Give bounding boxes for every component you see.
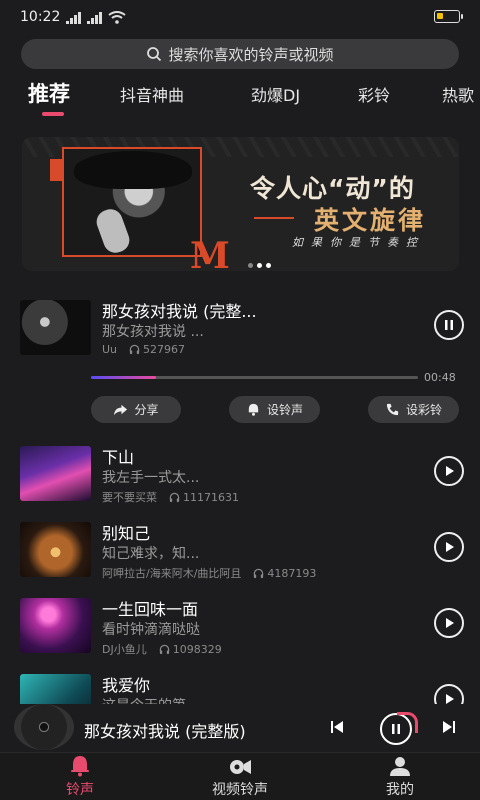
play-button[interactable] [434,456,464,486]
play-icon [446,542,454,552]
signal-icon [66,12,82,24]
video-icon [230,760,251,774]
headphones-icon [159,644,169,654]
song-title: 我爱你 [102,676,151,695]
song-plays: 11171631 [183,490,239,504]
mini-player-title: 那女孩对我说 (完整版) [84,722,246,741]
pause-icon [445,320,453,330]
song-thumbnail [20,446,91,501]
play-button[interactable] [434,532,464,562]
banner-logo-letter: M [190,235,230,271]
set-crbt-button[interactable]: 设彩铃 [368,396,459,423]
status-icons [66,11,126,24]
album-disc [14,704,74,750]
signal-icon-2 [87,12,103,24]
song-lyric: 我左手一式太... [102,470,200,486]
nav-ringtone[interactable]: 铃声 [20,753,140,800]
song-thumbnail [20,598,91,653]
song-lyric: 知己难求，知... [102,546,200,562]
next-icon[interactable] [442,720,456,734]
battery-icon [434,10,463,23]
pause-button[interactable] [434,310,464,340]
mini-pause-button[interactable] [380,712,418,745]
set-ringtone-button[interactable]: 设铃声 [229,396,320,423]
play-icon [446,466,454,476]
progress-fill [91,376,157,379]
headphones-icon [129,344,140,355]
banner-title-2: 英文旋律 [314,206,427,235]
search-icon [147,47,162,62]
song-artist: 要不要买菜 [102,491,157,504]
category-tabs: 推荐 抖音神曲 劲爆DJ 彩铃 热歌 [0,78,480,118]
play-button[interactable] [434,608,464,638]
play-icon [446,618,454,628]
song-thumbnail [20,674,91,704]
song-title: 下山 [102,448,135,467]
tab-indicator [42,112,64,116]
song-lyric: 这是今天的第... [102,695,199,704]
headphones-icon [169,492,180,502]
search-placeholder: 搜索你喜欢的铃声或视频 [168,45,334,64]
bell-icon [71,756,89,777]
status-bar: 10:22 [0,0,480,36]
search-bar[interactable]: 搜索你喜欢的铃声或视频 [21,39,459,69]
song-actions: 分享 设铃声 设彩铃 [0,396,480,424]
user-icon [390,757,410,776]
tab-crbt[interactable]: 彩铃 [358,82,390,106]
tab-recommend[interactable]: 推荐 [28,78,70,108]
list-item[interactable]: 我爱你 这是今天的第... [0,674,480,704]
share-button[interactable]: 分享 [91,396,181,423]
tab-douyin[interactable]: 抖音神曲 [120,82,184,106]
song-lyric: 那女孩对我说 ... [102,324,204,340]
bell-icon [248,403,259,416]
current-song-row[interactable]: 那女孩对我说 (完整... 那女孩对我说 ... Uu 527967 [0,300,480,360]
promo-banner[interactable]: M 令人心“动”的 英文旋律 如果你是节奏控 [22,137,459,271]
wifi-icon [108,11,126,24]
song-artist: Uu [102,343,118,356]
song-thumbnail [20,522,91,577]
headphones-icon [254,568,264,578]
play-button[interactable] [434,684,464,704]
banner-title: 令人心“动”的 [250,174,415,203]
list-item[interactable]: 一生回味一面 看时钟滴滴哒哒 DJ小鱼儿 1098329 [0,598,480,658]
nav-mine[interactable]: 我的 [340,753,460,800]
phone-icon [386,403,399,416]
song-plays: 1098329 [172,642,222,656]
previous-icon[interactable] [330,720,344,734]
song-lyric: 看时钟滴滴哒哒 [102,622,200,638]
tab-hot[interactable]: 热歌 [442,82,474,106]
banner-pager [248,263,271,268]
pause-icon [392,724,400,734]
song-title: 一生回味一面 [102,600,199,619]
list-item[interactable]: 别知己 知己难求，知... 阿呷拉古/海来阿木/曲比阿且 4187193 [0,522,480,582]
banner-subtitle: 如果你是节奏控 [292,236,425,249]
list-item[interactable]: 下山 我左手一式太... 要不要买菜 11171631 [0,446,480,506]
song-artist: 阿呷拉古/海来阿木/曲比阿且 [102,567,242,580]
play-icon [446,694,454,704]
share-icon [114,404,128,416]
nav-video-ringtone[interactable]: 视频铃声 [180,753,300,800]
song-progress-bar[interactable] [91,376,418,379]
tab-dj[interactable]: 劲爆DJ [251,82,300,106]
bottom-nav: 铃声 视频铃声 我的 [0,752,480,800]
song-title: 那女孩对我说 (完整... [102,302,257,321]
song-thumbnail [20,300,91,355]
song-title: 别知己 [102,524,151,543]
song-artist: DJ小鱼儿 [102,643,147,656]
song-plays: 527967 [143,343,186,356]
song-plays: 4187193 [267,566,317,580]
song-duration: 00:48 [424,371,456,384]
status-time: 10:22 [20,9,61,25]
mini-player[interactable]: 那女孩对我说 (完整版) [0,704,480,752]
banner-image [62,147,202,257]
